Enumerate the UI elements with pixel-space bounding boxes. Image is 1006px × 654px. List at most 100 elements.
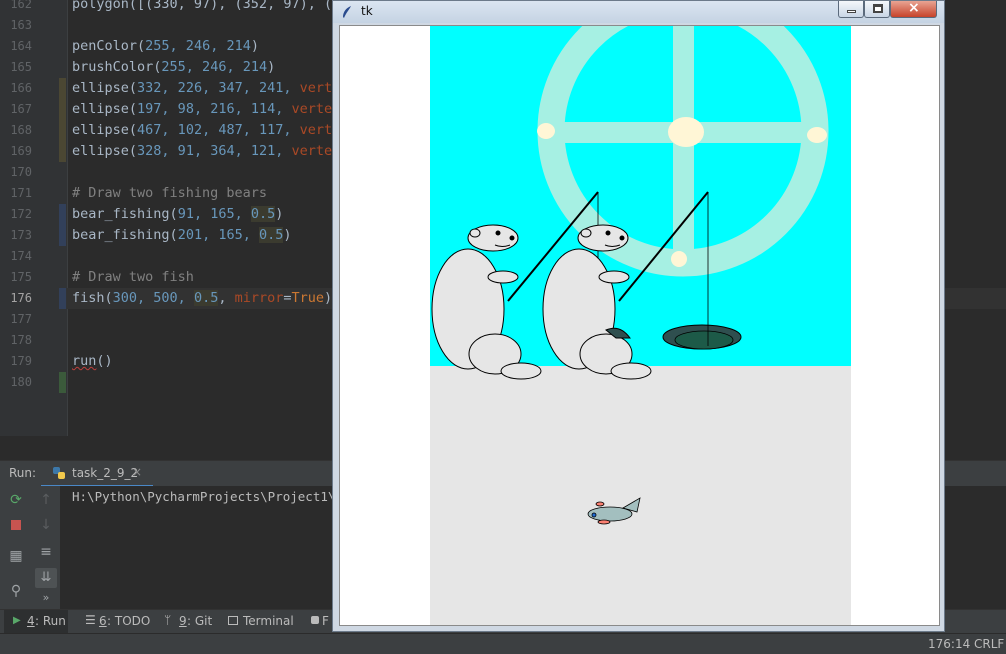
tab-todo-label: : TODO bbox=[107, 614, 151, 628]
line-number: 174 bbox=[10, 249, 32, 263]
line-number: 162 bbox=[10, 0, 32, 11]
arguments: 467, 102, 487, 117, bbox=[137, 122, 300, 138]
tab-git-label: : Git bbox=[187, 614, 213, 628]
code-line[interactable]: ellipse(467, 102, 487, 117, verte bbox=[72, 120, 340, 141]
tab-git-key: 9 bbox=[179, 614, 187, 628]
console-output: H:\Python\PycharmProjects\Project1\ve bbox=[72, 489, 351, 504]
scene-drawing bbox=[430, 26, 851, 625]
tk-window-title: tk bbox=[361, 4, 373, 18]
line-number: 177 bbox=[10, 312, 32, 326]
soft-wrap-icon[interactable]: ≡ bbox=[36, 544, 56, 560]
caret-position[interactable]: 176:14 bbox=[928, 637, 970, 651]
code-line[interactable]: brushColor(255, 246, 214) bbox=[72, 57, 275, 78]
paren: ( bbox=[96, 353, 105, 369]
arguments: 197, 98, 216, 114, bbox=[137, 101, 292, 117]
change-marker[interactable] bbox=[59, 372, 66, 393]
paren: ( bbox=[169, 206, 178, 222]
halo-spot-left bbox=[537, 123, 555, 139]
list-icon: ☰ bbox=[85, 613, 96, 627]
change-marker[interactable] bbox=[59, 225, 66, 246]
rerun-icon[interactable]: ⟳ bbox=[6, 492, 26, 508]
status-bar: 176:14 CRLF bbox=[0, 633, 1006, 654]
arguments: 300, 500, bbox=[112, 290, 194, 306]
code-line[interactable]: penColor(255, 246, 214) bbox=[72, 36, 259, 57]
code-line[interactable]: fish(300, 500, 0.5, mirror=True) bbox=[72, 288, 332, 309]
up-arrow-icon[interactable]: ↑ bbox=[36, 492, 56, 508]
line-number: 179 bbox=[10, 354, 32, 368]
halo-spot-right bbox=[807, 127, 827, 143]
feather-icon bbox=[343, 6, 351, 18]
change-marker[interactable] bbox=[59, 78, 66, 99]
arguments: 328, 91, 364, 121, bbox=[137, 143, 292, 159]
paren: ( bbox=[128, 101, 138, 117]
stop-icon[interactable] bbox=[11, 520, 21, 530]
tab-git[interactable]: ᛘ 9 : Git bbox=[163, 610, 218, 634]
code-line[interactable]: ellipse(328, 91, 364, 121, verte bbox=[72, 141, 332, 162]
play-icon: ▶ bbox=[13, 615, 21, 626]
function-name: ellipse bbox=[72, 143, 129, 159]
line-number: 164 bbox=[10, 39, 32, 53]
change-marker[interactable] bbox=[59, 141, 66, 162]
keyword-param: verte bbox=[291, 143, 333, 159]
maximize-button[interactable] bbox=[864, 1, 890, 18]
code-text: polygon([(330, 97), (352, 97), (3 bbox=[72, 0, 341, 12]
line-number: 167 bbox=[10, 102, 32, 116]
tab-run-label: : Run bbox=[35, 614, 66, 628]
comma: , bbox=[218, 290, 235, 306]
down-arrow-icon[interactable]: ↓ bbox=[36, 517, 56, 533]
change-marker[interactable] bbox=[59, 204, 66, 225]
tk-window: tk × bbox=[332, 0, 945, 632]
scroll-to-end-icon[interactable]: ⇊ bbox=[35, 568, 57, 588]
function-name: run bbox=[72, 353, 97, 369]
tab-todo[interactable]: ☰ 6 : TODO bbox=[84, 610, 154, 634]
line-number: 163 bbox=[10, 18, 32, 32]
change-marker[interactable] bbox=[59, 120, 66, 141]
code-line[interactable]: ellipse(332, 226, 347, 241, verte bbox=[72, 78, 340, 99]
arguments: 91, 165, bbox=[177, 206, 251, 222]
line-number: 173 bbox=[10, 228, 32, 242]
tab-terminal[interactable]: Terminal bbox=[227, 610, 297, 634]
more-icon[interactable]: » bbox=[36, 591, 56, 604]
tab-run[interactable]: ▶ 4 : Run bbox=[4, 610, 68, 634]
code-line[interactable]: polygon([(330, 97), (352, 97), (3 bbox=[72, 0, 340, 15]
tab-python-console-label: F bbox=[322, 614, 329, 628]
paren: ( bbox=[128, 80, 138, 96]
code-line[interactable]: # Draw two fish bbox=[72, 267, 194, 288]
change-marker[interactable] bbox=[59, 99, 66, 120]
tab-python-console[interactable]: F bbox=[311, 610, 331, 634]
line-number: 166 bbox=[10, 81, 32, 95]
change-marker[interactable] bbox=[59, 288, 66, 309]
line-number: 170 bbox=[10, 165, 32, 179]
code-line[interactable]: ellipse(197, 98, 216, 114, verte bbox=[72, 99, 332, 120]
minimize-button[interactable] bbox=[838, 1, 864, 18]
branch-icon: ᛘ bbox=[164, 613, 172, 627]
paren: ( bbox=[104, 290, 113, 306]
python-icon bbox=[53, 467, 65, 479]
arguments: 255, 246, 214 bbox=[145, 38, 251, 54]
function-name: brushColor bbox=[72, 59, 154, 75]
code-line[interactable]: bear_fishing(201, 165, 0.5) bbox=[72, 225, 292, 246]
line-number: 175 bbox=[10, 270, 32, 284]
layout-icon[interactable]: ▦ bbox=[6, 548, 26, 564]
paren: ( bbox=[137, 38, 146, 54]
line-number: 180 bbox=[10, 375, 32, 389]
line-separator[interactable]: CRLF bbox=[974, 637, 1004, 651]
function-name: penColor bbox=[72, 38, 138, 54]
close-button[interactable]: × bbox=[890, 0, 937, 18]
maximize-icon bbox=[873, 4, 883, 13]
tk-titlebar[interactable]: tk × bbox=[333, 0, 944, 23]
halo-spot-bottom bbox=[671, 251, 687, 267]
code-line[interactable]: run() bbox=[72, 351, 113, 372]
line-gutter: 162 163 164 165 166 167 168 169 170 171 172 173 174 1… bbox=[0, 0, 68, 436]
run-toolbar: ⟳ ↑ ↓ ▦ ≡ ⇊ ⚲ » bbox=[0, 486, 60, 609]
run-tab[interactable]: task_2_9_2 × bbox=[41, 461, 153, 487]
drawing-canvas[interactable] bbox=[339, 25, 940, 626]
pin-icon[interactable]: ⚲ bbox=[6, 583, 26, 599]
paren: ( bbox=[169, 227, 178, 243]
close-icon[interactable]: × bbox=[132, 465, 142, 479]
keyword-param: mirror bbox=[234, 290, 284, 306]
code-line[interactable]: # Draw two fishing bears bbox=[72, 183, 267, 204]
code-line[interactable]: bear_fishing(91, 165, 0.5) bbox=[72, 204, 283, 225]
paren: ) bbox=[267, 59, 276, 75]
line-number: 165 bbox=[10, 60, 32, 74]
